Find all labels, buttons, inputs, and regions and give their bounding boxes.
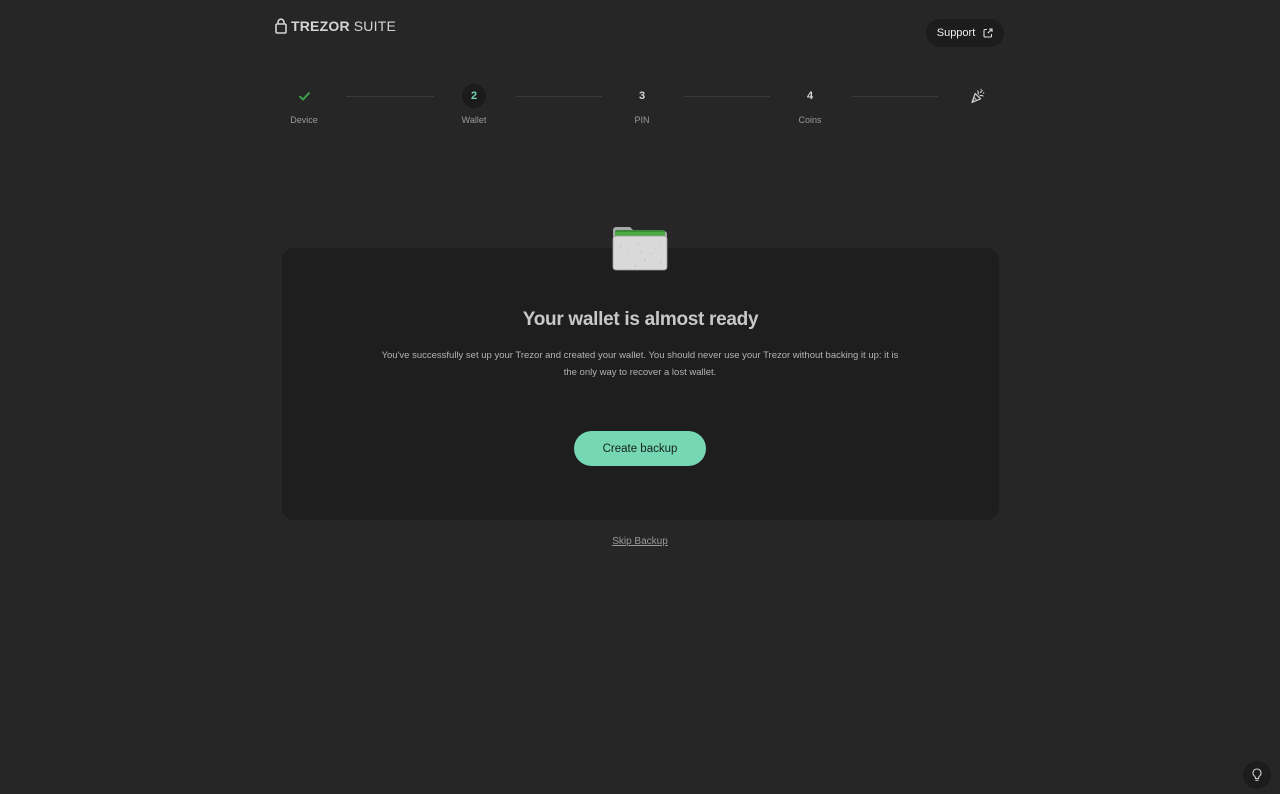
- step-label: Device: [290, 115, 318, 125]
- check-icon: [298, 91, 310, 101]
- card-description: You've successfully set up your Trezor a…: [381, 350, 899, 378]
- step-label: PIN: [634, 115, 650, 125]
- step-number: 3: [638, 90, 646, 102]
- step-wallet: 2 Wallet: [434, 84, 514, 125]
- step-pin: 3 PIN: [602, 84, 682, 125]
- card-title: Your wallet is almost ready: [522, 309, 759, 330]
- create-backup-button[interactable]: Create backup: [574, 431, 706, 466]
- folder-icon: [612, 227, 668, 271]
- step-device: Device: [264, 84, 344, 125]
- external-link-icon: [983, 28, 993, 38]
- step-final: [938, 84, 1018, 108]
- party-popper-icon: [971, 88, 985, 104]
- tips-button[interactable]: [1243, 761, 1271, 789]
- support-label: Support: [936, 27, 976, 39]
- backup-card: [282, 248, 999, 520]
- step-label: Coins: [798, 115, 822, 125]
- step-coins: 4 Coins: [770, 84, 850, 125]
- step-connector: [516, 96, 602, 97]
- lightbulb-icon: [1252, 768, 1262, 781]
- app-window: TREZOR SUITE Support Device 2 Wallet 3 P…: [0, 0, 1280, 794]
- brand-name: TREZOR: [291, 18, 350, 34]
- skip-backup-link[interactable]: Skip Backup: [560, 536, 720, 547]
- support-button[interactable]: Support: [926, 19, 1004, 47]
- step-number: 4: [806, 90, 814, 102]
- step-connector: [684, 96, 770, 97]
- step-connector: [852, 96, 938, 97]
- step-connector: [346, 96, 434, 97]
- lock-icon: [275, 18, 287, 34]
- brand-suffix: SUITE: [353, 18, 396, 34]
- step-number: 2: [462, 84, 486, 108]
- step-device-node: [292, 84, 316, 108]
- step-label: Wallet: [461, 115, 487, 125]
- step-final-node: [966, 84, 990, 108]
- onboarding-stepper: Device 2 Wallet 3 PIN 4 Coins: [0, 84, 1280, 134]
- trezor-suite-logo: TREZOR SUITE: [275, 18, 396, 34]
